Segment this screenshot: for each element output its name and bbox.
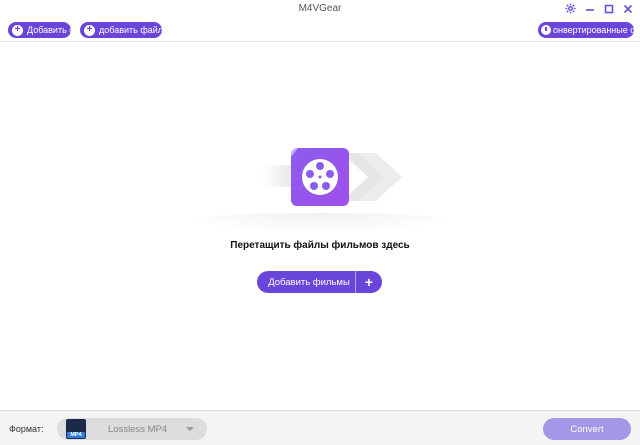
drop-hint-text: Перетащить файлы фильмов здесь [230, 240, 410, 251]
format-value: Lossless MP4 [108, 423, 168, 435]
format-label: Формат: [9, 424, 44, 434]
clock-icon [541, 25, 551, 35]
format-select[interactable]: MP4 Lossless MP4 [57, 418, 207, 440]
add-movies-label: Добавить фи [27, 25, 71, 35]
film-reel-icon [262, 148, 402, 206]
window-title: M4VGear [298, 3, 342, 14]
window-controls [564, 2, 634, 15]
add-files-button[interactable]: + добавить файлы [80, 22, 162, 38]
convert-button[interactable]: Convert [543, 418, 631, 440]
footer-bar: Формат: MP4 Lossless MP4 Convert [0, 410, 640, 445]
drop-area[interactable]: Перетащить файлы фильмов здесь Добавить … [0, 43, 640, 410]
close-icon[interactable] [621, 2, 634, 15]
chevron-down-icon [186, 427, 194, 431]
toolbar: + Добавить фи + добавить файлы онвертиро… [0, 18, 640, 42]
converted-movies-button[interactable]: онвертированные фильм [538, 22, 634, 38]
title-bar: M4VGear [0, 0, 640, 18]
plus-icon: + [12, 24, 23, 36]
add-files-label: добавить файлы [99, 25, 162, 35]
maximize-icon[interactable] [602, 2, 615, 15]
mp4-icon: MP4 [66, 419, 86, 439]
minimize-icon[interactable] [583, 2, 596, 15]
mp4-badge: MP4 [67, 432, 85, 438]
add-movies-center-button[interactable]: Добавить фильмы + [257, 271, 382, 293]
plus-icon: + [84, 24, 95, 36]
drop-shadow [170, 213, 470, 233]
gear-icon[interactable] [564, 2, 577, 15]
plus-icon[interactable]: + [356, 274, 382, 290]
add-movies-button[interactable]: + Добавить фи [8, 22, 71, 38]
add-movies-center-label: Добавить фильмы [268, 276, 350, 288]
converted-label: онвертированные фильм [553, 25, 634, 35]
